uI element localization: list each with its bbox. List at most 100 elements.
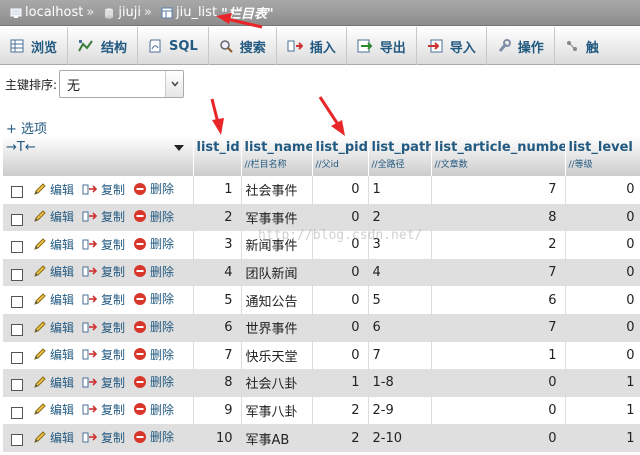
cell-list-pid[interactable]: 0: [312, 258, 369, 287]
edit-button[interactable]: 编辑: [33, 181, 74, 198]
delete-button[interactable]: 删除: [133, 318, 174, 335]
row-checkbox[interactable]: [11, 296, 23, 309]
cell-list-path[interactable]: 6: [368, 313, 432, 342]
delete-button[interactable]: 删除: [133, 401, 174, 418]
cell-list-level[interactable]: 0: [565, 286, 640, 314]
edit-button[interactable]: 编辑: [33, 429, 74, 446]
cell-list-pid[interactable]: 0: [312, 286, 369, 314]
row-checkbox[interactable]: [11, 434, 23, 447]
tab-import[interactable]: 导入: [417, 27, 487, 65]
delete-button[interactable]: 删除: [133, 235, 174, 252]
copy-button[interactable]: 复制: [82, 374, 125, 391]
options-link[interactable]: + 选项: [6, 118, 47, 137]
row-checkbox[interactable]: [11, 324, 23, 337]
cell-list-path[interactable]: 7: [368, 341, 432, 370]
cell-list-path[interactable]: 2-10: [368, 424, 432, 452]
row-checkbox[interactable]: [11, 186, 23, 199]
cell-list-path[interactable]: 4: [368, 258, 432, 287]
cell-list-name[interactable]: 社会八卦: [241, 369, 313, 397]
cell-list-path[interactable]: 1-8: [368, 369, 432, 397]
delete-button[interactable]: 删除: [133, 346, 174, 363]
cell-list-article-number[interactable]: 0: [431, 424, 566, 452]
column-header-list-level[interactable]: list_level //等级: [565, 136, 640, 176]
cell-list-name[interactable]: 通知公告: [241, 286, 313, 314]
edit-button[interactable]: 编辑: [33, 346, 74, 363]
tab-triggers[interactable]: 触: [555, 27, 609, 65]
copy-button[interactable]: 复制: [82, 319, 125, 336]
edit-button[interactable]: 编辑: [33, 208, 74, 225]
cell-list-pid[interactable]: 2: [312, 424, 369, 452]
tab-operations[interactable]: 操作: [487, 27, 555, 65]
breadcrumb-server[interactable]: localhost: [25, 5, 83, 20]
breadcrumb-database[interactable]: jiuji: [118, 5, 141, 20]
breadcrumb-table[interactable]: jiu_list: [176, 5, 217, 20]
cell-list-level[interactable]: 0: [565, 258, 640, 287]
copy-button[interactable]: 复制: [82, 429, 125, 446]
cell-list-level[interactable]: 0: [565, 341, 640, 370]
cell-list-article-number[interactable]: 8: [431, 203, 566, 232]
sort-triangle-icon[interactable]: [173, 144, 184, 151]
delete-button[interactable]: 删除: [133, 208, 174, 225]
row-checkbox[interactable]: [11, 241, 23, 254]
cell-list-article-number[interactable]: 1: [431, 341, 566, 370]
delete-button[interactable]: 删除: [133, 290, 174, 307]
cell-list-name[interactable]: 团队新闻: [241, 258, 313, 287]
cell-list-name[interactable]: 快乐天堂: [241, 341, 313, 370]
copy-button[interactable]: 复制: [82, 401, 125, 418]
copy-button[interactable]: 复制: [82, 291, 125, 308]
copy-button[interactable]: 复制: [82, 263, 125, 280]
cell-list-article-number[interactable]: 0: [431, 396, 566, 425]
cell-list-level[interactable]: 1: [565, 396, 640, 425]
row-checkbox[interactable]: [11, 406, 23, 419]
cell-list-path[interactable]: 5: [368, 286, 432, 314]
delete-button[interactable]: 删除: [133, 373, 174, 390]
edit-button[interactable]: 编辑: [33, 401, 74, 418]
row-checkbox[interactable]: [11, 351, 23, 364]
cell-list-level[interactable]: 0: [565, 313, 640, 342]
cell-list-pid[interactable]: 0: [312, 313, 369, 342]
cell-list-path[interactable]: 2-9: [368, 396, 432, 425]
cell-list-id[interactable]: 2: [193, 203, 242, 232]
column-header-list-path[interactable]: list_path //全路径: [368, 136, 432, 176]
tab-insert[interactable]: 插入: [277, 27, 347, 65]
row-checkbox[interactable]: [11, 213, 23, 226]
cell-list-id[interactable]: 7: [193, 341, 242, 370]
cell-list-path[interactable]: 1: [368, 176, 432, 204]
cell-list-name[interactable]: 军事八卦: [241, 396, 313, 425]
tab-search[interactable]: 搜索: [209, 27, 277, 65]
cell-list-level[interactable]: 1: [565, 424, 640, 452]
column-header-list-pid[interactable]: list_pid //父id: [312, 136, 369, 176]
cell-list-id[interactable]: 1: [193, 176, 242, 204]
cell-list-article-number[interactable]: 7: [431, 176, 566, 204]
cell-list-article-number[interactable]: 0: [431, 369, 566, 397]
delete-button[interactable]: 删除: [133, 180, 174, 197]
edit-button[interactable]: 编辑: [33, 319, 74, 336]
edit-button[interactable]: 编辑: [33, 236, 74, 253]
cell-list-level[interactable]: 0: [565, 231, 640, 259]
tab-sql[interactable]: SQL: [138, 27, 209, 65]
tab-browse[interactable]: 浏览: [0, 27, 69, 65]
sort-select[interactable]: 无: [59, 70, 185, 98]
cell-list-name[interactable]: 军事AB: [241, 424, 313, 452]
delete-button[interactable]: 删除: [133, 428, 174, 445]
cell-list-name[interactable]: 世界事件: [241, 313, 313, 342]
cell-list-id[interactable]: 5: [193, 286, 242, 314]
tab-export[interactable]: 导出: [347, 27, 417, 65]
delete-button[interactable]: 删除: [133, 263, 174, 280]
tab-structure[interactable]: 结构: [68, 27, 139, 65]
cell-list-pid[interactable]: 0: [312, 341, 369, 370]
cell-list-id[interactable]: 8: [193, 369, 242, 397]
column-arrows-icon[interactable]: →T←: [6, 140, 36, 155]
row-checkbox[interactable]: [11, 268, 23, 281]
cell-list-level[interactable]: 0: [565, 176, 640, 204]
copy-button[interactable]: 复制: [82, 181, 125, 198]
cell-list-article-number[interactable]: 7: [431, 258, 566, 287]
cell-list-id[interactable]: 9: [193, 396, 242, 425]
edit-button[interactable]: 编辑: [33, 291, 74, 308]
cell-list-id[interactable]: 10: [193, 424, 242, 452]
cell-list-article-number[interactable]: 7: [431, 313, 566, 342]
cell-list-level[interactable]: 1: [565, 369, 640, 397]
cell-list-id[interactable]: 6: [193, 313, 242, 342]
cell-list-name[interactable]: 社会事件: [241, 176, 313, 204]
cell-list-article-number[interactable]: 6: [431, 286, 566, 314]
